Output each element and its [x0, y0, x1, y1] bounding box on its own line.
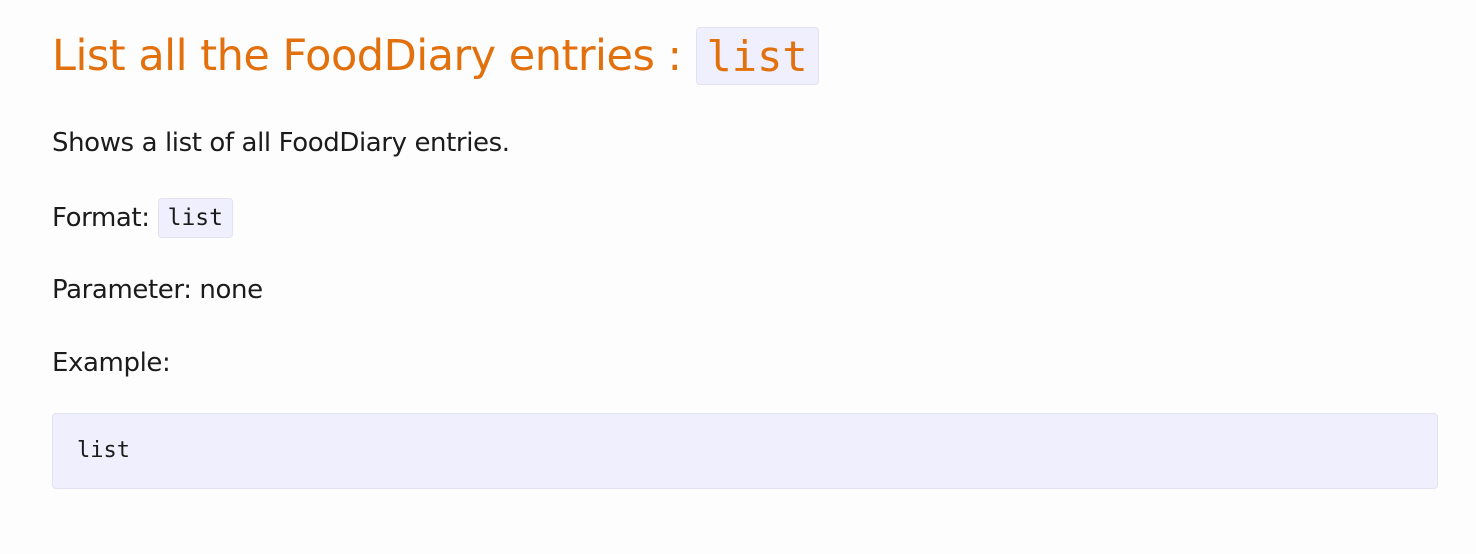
section-heading-command: list — [695, 27, 819, 85]
command-description: Shows a list of all FoodDiary entries. — [52, 128, 510, 158]
format-line: Format: list — [52, 198, 233, 238]
section-heading: List all the FoodDiary entries : list — [52, 24, 1438, 88]
example-label: Example: — [52, 348, 171, 378]
format-command: list — [157, 198, 233, 238]
parameter-line: Parameter: none — [52, 275, 263, 305]
format-label: Format: — [52, 203, 150, 233]
example-code: list — [77, 438, 130, 463]
example-code-block: list — [52, 413, 1438, 489]
doc-section: List all the FoodDiary entries : list Sh… — [52, 24, 1438, 489]
section-heading-text: List all the FoodDiary entries : — [52, 31, 682, 81]
